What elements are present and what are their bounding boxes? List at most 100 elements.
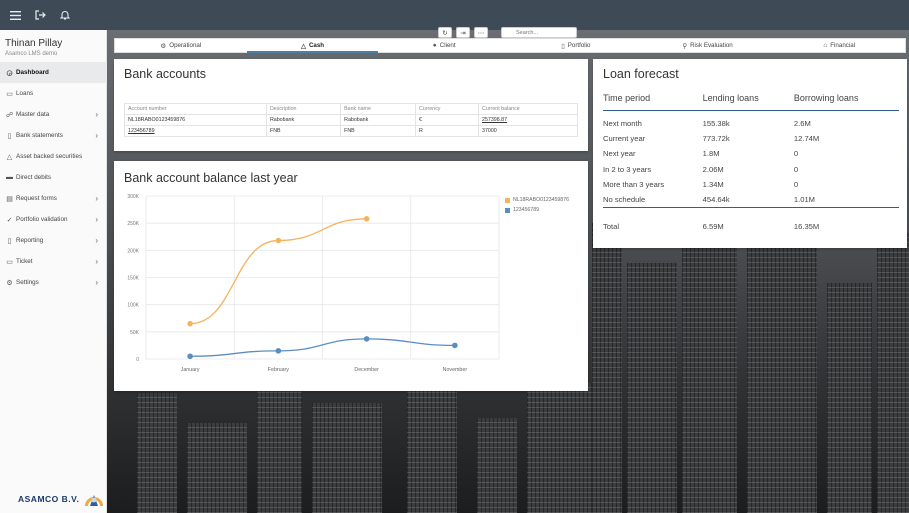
legend-label: 123456789 — [513, 207, 539, 213]
y-tick-label: 150K — [127, 276, 139, 282]
column-header[interactable]: Bank name — [340, 103, 416, 115]
account-number-link[interactable]: 123456789 — [124, 125, 267, 137]
sidebar-item-ticket[interactable]: ▭ Ticket › — [0, 251, 107, 272]
chevron-right-icon: › — [95, 110, 98, 119]
lending-cell: 1.34M — [702, 180, 724, 190]
legend-label: NL18RABO0123459876 — [513, 197, 569, 203]
period-cell: No schedule — [603, 195, 646, 205]
balance-link[interactable]: 257398.87 — [478, 114, 578, 126]
legend-item[interactable]: 123456789 — [505, 205, 569, 215]
sidebar-item-label: Direct debits — [16, 174, 51, 181]
sidebar-item-settings[interactable]: ⚙ Settings › — [0, 272, 107, 293]
borrowing-cell: 12.74M — [793, 134, 820, 144]
table-row: More than 3 years 1.34M 0 — [603, 177, 899, 192]
sidebar-item-request-forms[interactable]: ▤ Request forms › — [0, 188, 107, 209]
sidebar-item-label: Loans — [16, 90, 34, 97]
series-line — [190, 218, 367, 325]
lending-cell: 155.38k — [702, 119, 730, 129]
borrowing-cell: 0 — [793, 149, 799, 159]
bank-name-cell: Rabobank — [340, 114, 416, 126]
tab-portfolio[interactable]: ▯ Portfolio — [510, 39, 642, 52]
period-cell: More than 3 years — [603, 180, 665, 190]
sidebar-item-asset-backed-securities[interactable]: △ Asset backed securities — [0, 146, 107, 167]
legend-item[interactable]: NL18RABO0123459876 — [505, 195, 569, 205]
column-header: Borrowing loans — [793, 86, 899, 111]
cash-icon: △ — [300, 42, 306, 50]
y-tick-label: 0 — [136, 357, 139, 363]
tab-operational[interactable]: ⚙ Operational — [115, 39, 247, 52]
borrowing-cell: 0 — [793, 164, 799, 174]
loan-forecast-table: Time period Lending loans Borrowing loan… — [603, 86, 899, 236]
logo-text: ASAMCO B.V. — [18, 494, 80, 504]
logout-icon[interactable] — [35, 10, 46, 20]
lending-cell: 2.06M — [702, 164, 724, 174]
tab-cash[interactable]: △ Cash — [246, 39, 379, 53]
user-name: Thinan Pillay — [5, 38, 63, 49]
sidebar-item-master-data[interactable]: ☍ Master data › — [0, 104, 107, 125]
sidebar-item-direct-debits[interactable]: ▬ Direct debits — [0, 167, 107, 188]
y-tick-label: 300K — [127, 194, 139, 200]
export-button[interactable]: ⇥ — [456, 27, 470, 38]
company-logo: ASAMCO B.V. — [18, 491, 105, 507]
sidebar-item-portfolio-validation[interactable]: ✓ Portfolio validation › — [0, 209, 107, 230]
column-header[interactable]: Currency — [414, 103, 480, 115]
data-point — [275, 237, 282, 244]
sidebar-item-label: Request forms — [16, 195, 57, 202]
more-button[interactable]: ⋯ — [474, 27, 488, 38]
lending-cell: 1.8M — [702, 149, 720, 159]
document-icon: ▯ — [7, 132, 12, 140]
column-header[interactable]: Description — [265, 103, 342, 115]
balance-chart-card: Bank account balance last year 0 50K 100K 1… — [114, 161, 588, 391]
sidebar-item-label: Portfolio validation — [16, 216, 68, 223]
period-cell: Current year — [603, 134, 646, 144]
column-header[interactable]: Current balance — [478, 103, 578, 115]
ticket-icon: ▭ — [6, 258, 13, 266]
report-icon: ▯ — [7, 237, 12, 245]
chart-legend: NL18RABO0123459876 123456789 — [505, 195, 569, 215]
table-row[interactable]: 123456789 FNB FNB R 37000 — [124, 125, 578, 137]
sidebar-item-label: Reporting — [16, 237, 44, 244]
x-tick-label: January — [181, 367, 200, 373]
refresh-button[interactable]: ↻ — [438, 27, 452, 38]
sidebar-item-reporting[interactable]: ▯ Reporting › — [0, 230, 107, 251]
chevron-right-icon: › — [95, 194, 98, 203]
tab-label: Risk Evaluation — [690, 42, 733, 49]
data-point — [187, 320, 193, 327]
table-row: Current year 773.72k 12.74M — [603, 131, 899, 146]
loans-icon: ▭ — [6, 90, 13, 98]
total-borrowing: 16.35M — [793, 206, 899, 236]
total-row: Total 6.59M 16.35M — [603, 206, 899, 236]
lending-cell: 454.64k — [702, 195, 730, 205]
legend-swatch — [505, 207, 510, 213]
currency-cell: € — [414, 114, 480, 126]
currency-cell: R — [414, 125, 480, 137]
loan-forecast-card: Loan forecast Time period Lending loans … — [593, 59, 907, 248]
user-organization: Asamco LMS demo — [5, 51, 58, 57]
data-point — [363, 336, 370, 342]
table-row[interactable]: NL18RABO0123459876 Rabobank Rabobank € 2… — [124, 114, 578, 126]
sidebar-item-label: Settings — [16, 279, 39, 286]
table-row: No schedule 454.64k 1.01M — [603, 192, 899, 207]
tab-risk-evaluation[interactable]: ⚲ Risk Evaluation — [642, 39, 774, 52]
sidebar-item-loans[interactable]: ▭ Loans — [0, 83, 107, 104]
export-icon: ⇥ — [460, 29, 466, 37]
financial-icon: ⌂ — [823, 42, 828, 49]
y-tick-label: 100K — [127, 303, 139, 309]
sidebar-item-label: Dashboard — [16, 69, 49, 76]
sidebar-item-bank-statements[interactable]: ▯ Bank statements › — [0, 125, 107, 146]
sidebar-item-dashboard[interactable]: ◶ Dashboard — [0, 62, 107, 83]
column-header[interactable]: Account number — [124, 103, 267, 115]
borrowing-cell: 2.6M — [793, 119, 811, 129]
x-tick-label: December — [354, 367, 379, 373]
data-point — [275, 348, 282, 354]
bell-icon[interactable] — [60, 10, 70, 20]
tab-label: Portfolio — [567, 42, 591, 49]
total-lending: 6.59M — [702, 206, 794, 236]
bank-name-cell: FNB — [340, 125, 416, 137]
bank-accounts-search-input[interactable] — [501, 27, 577, 38]
menu-icon[interactable] — [10, 10, 21, 20]
tab-financial[interactable]: ⌂ Financial — [773, 39, 905, 52]
bank-accounts-table: Account number Description Bank name Cur… — [124, 103, 578, 137]
tab-client[interactable]: ● Client — [378, 39, 510, 52]
period-cell: In 2 to 3 years — [603, 164, 652, 174]
